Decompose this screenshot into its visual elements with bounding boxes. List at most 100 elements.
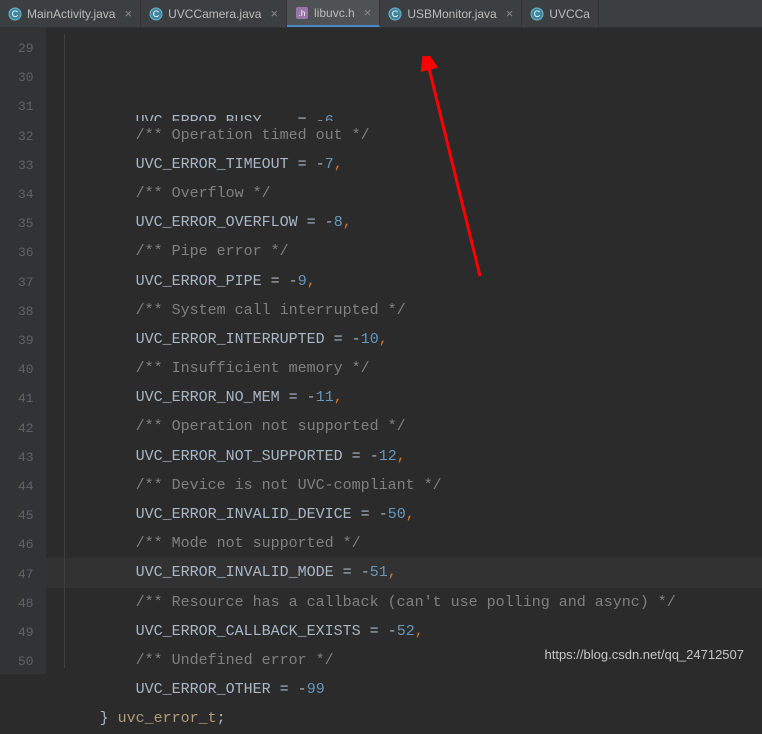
- tab-libuvc-h[interactable]: .h libuvc.h ×: [287, 0, 380, 27]
- code-line: /** Insufficient memory */: [46, 354, 762, 383]
- tab-label: UVCCa: [549, 7, 590, 21]
- line-number: 49: [18, 618, 34, 647]
- token-op: }: [100, 710, 118, 727]
- line-number: 40: [18, 355, 34, 384]
- line-number: 43: [18, 443, 34, 472]
- token-op: -: [298, 681, 307, 698]
- code-content[interactable]: UVC_ERROR_BUSY = -6, /** Operation timed…: [46, 28, 762, 674]
- tab-mainactivity-java[interactable]: CMainActivity.java×: [0, 0, 141, 27]
- token-num: 10: [361, 331, 379, 348]
- tab-uvcca[interactable]: C UVCCa: [522, 0, 599, 27]
- token-op: -: [307, 389, 316, 406]
- line-number: 32: [18, 122, 34, 151]
- token-op: =: [343, 448, 370, 465]
- token-num: 50: [388, 506, 406, 523]
- token-num: 8: [334, 214, 343, 231]
- code-line: UVC_ERROR_BUSY = -6,: [46, 107, 762, 121]
- line-number: 50: [18, 647, 34, 676]
- code-line: UVC_ERROR_INTERRUPTED = -10,: [46, 325, 762, 354]
- code-line: UVC_ERROR_OTHER = -99: [46, 675, 762, 704]
- tab-label: libuvc.h: [314, 6, 355, 20]
- code-line: /** Resource has a callback (can't use p…: [46, 588, 762, 617]
- indent-guide: [64, 34, 65, 668]
- line-number: 46: [18, 530, 34, 559]
- line-number: 48: [18, 589, 34, 618]
- line-number: 37: [18, 268, 34, 297]
- token-ident: UVC_ERROR_INVALID_MODE: [136, 564, 334, 581]
- line-number: 36: [18, 238, 34, 267]
- line-number: 47: [18, 560, 34, 589]
- line-number: 33: [18, 151, 34, 180]
- line-number: 44: [18, 472, 34, 501]
- java-file-icon: C: [8, 7, 22, 21]
- token-num: 6: [325, 113, 334, 121]
- svg-text:C: C: [534, 9, 541, 19]
- token-comma: ,: [388, 564, 397, 581]
- line-number: 29: [18, 34, 34, 63]
- token-op: -: [352, 331, 361, 348]
- code-line: UVC_ERROR_NO_MEM = -11,: [46, 383, 762, 412]
- code-line: UVC_ERROR_NOT_SUPPORTED = -12,: [46, 442, 762, 471]
- editor-area: 2930313233343536373839404142434445464748…: [0, 28, 762, 674]
- token-op: -: [289, 273, 298, 290]
- code-line: /** Mode not supported */: [46, 529, 762, 558]
- token-op: =: [298, 113, 316, 121]
- code-line: UVC_ERROR_INVALID_DEVICE = -50,: [46, 500, 762, 529]
- token-ident: UVC_ERROR_BUSY: [136, 113, 262, 121]
- token-op: =: [334, 564, 361, 581]
- token-comment: /** Overflow */: [136, 185, 271, 202]
- token-op: -: [325, 214, 334, 231]
- token-comment: /** Resource has a callback (can't use p…: [136, 594, 676, 611]
- token-ident: UVC_ERROR_NO_MEM: [136, 389, 280, 406]
- svg-text:C: C: [12, 9, 19, 19]
- code-line: UVC_ERROR_INVALID_MODE = -51,: [46, 558, 762, 587]
- code-line: /** System call interrupted */: [46, 296, 762, 325]
- close-icon[interactable]: ×: [270, 6, 278, 21]
- token-comma: ,: [406, 506, 415, 523]
- token-op: =: [298, 214, 325, 231]
- token-num: 52: [397, 623, 415, 640]
- line-number: 39: [18, 326, 34, 355]
- svg-text:C: C: [392, 9, 399, 19]
- close-icon[interactable]: ×: [364, 5, 372, 20]
- token-comment: /** Mode not supported */: [136, 535, 361, 552]
- token-ident: UVC_ERROR_OTHER: [136, 681, 271, 698]
- svg-text:.h: .h: [299, 9, 306, 18]
- token-op: =: [271, 681, 298, 698]
- token-op: -: [316, 156, 325, 173]
- token-comma: ,: [334, 389, 343, 406]
- token-comma: ,: [343, 214, 352, 231]
- token-op: =: [352, 506, 379, 523]
- token-num: 99: [307, 681, 325, 698]
- token-num: 12: [379, 448, 397, 465]
- code-line: /** Operation not supported */: [46, 412, 762, 441]
- java-file-icon: C: [530, 7, 544, 21]
- tab-uvccamera-java[interactable]: CUVCCamera.java×: [141, 0, 287, 27]
- token-comma: ,: [379, 331, 388, 348]
- token-op: -: [316, 113, 325, 121]
- token-comment: /** Operation timed out */: [136, 127, 370, 144]
- token-comma: ,: [415, 623, 424, 640]
- tab-usbmonitor-java[interactable]: C USBMonitor.java ×: [380, 0, 522, 27]
- close-icon[interactable]: ×: [124, 6, 132, 21]
- close-icon[interactable]: ×: [506, 6, 514, 21]
- token-op: -: [370, 448, 379, 465]
- token-op: -: [388, 623, 397, 640]
- java-file-icon: C: [149, 7, 163, 21]
- code-line: UVC_ERROR_CALLBACK_EXISTS = -52,: [46, 617, 762, 646]
- token-ident: UVC_ERROR_CALLBACK_EXISTS: [136, 623, 361, 640]
- code-line: /** Overflow */: [46, 179, 762, 208]
- token-comma: ,: [334, 156, 343, 173]
- token-ident: UVC_ERROR_INVALID_DEVICE: [136, 506, 352, 523]
- tab-label: USBMonitor.java: [407, 7, 496, 21]
- token-num: 9: [298, 273, 307, 290]
- line-number: 38: [18, 297, 34, 326]
- line-number: 42: [18, 414, 34, 443]
- token-op: =: [325, 331, 352, 348]
- line-gutter: 2930313233343536373839404142434445464748…: [0, 28, 46, 674]
- token-ident: UVC_ERROR_INTERRUPTED: [136, 331, 325, 348]
- token-op: -: [379, 506, 388, 523]
- svg-text:C: C: [153, 9, 160, 19]
- token-ident: UVC_ERROR_NOT_SUPPORTED: [136, 448, 343, 465]
- token-num: 7: [325, 156, 334, 173]
